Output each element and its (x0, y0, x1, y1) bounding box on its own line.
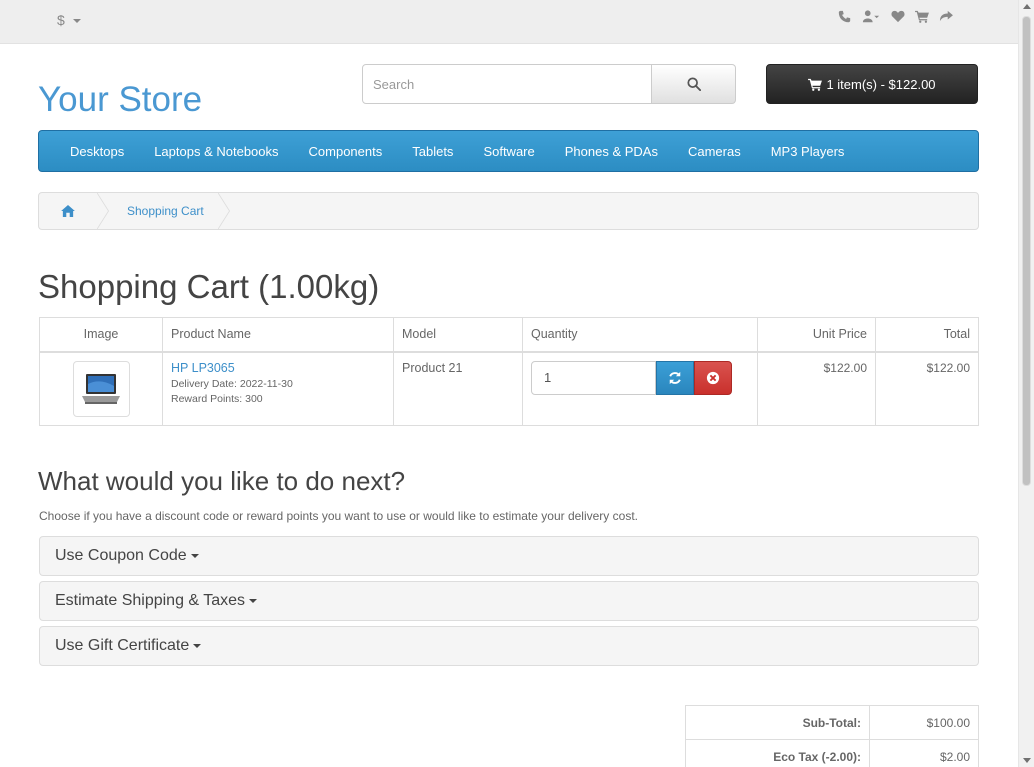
subtotal-label: Sub-Total: (685, 705, 870, 740)
col-total: Total (875, 317, 979, 352)
next-heading: What would you like to do next? (38, 466, 406, 496)
heart-icon[interactable] (891, 10, 905, 23)
breadcrumb-separator (216, 193, 230, 229)
subtotal-value: $100.00 (869, 705, 979, 740)
main-menu: Desktops Laptops & Notebooks Components … (38, 130, 979, 172)
col-model: Model (393, 317, 523, 352)
chevron-down-icon (72, 19, 81, 24)
menu-item-software[interactable]: Software (468, 144, 549, 159)
col-quantity: Quantity (522, 317, 758, 352)
next-description: Choose if you have a discount code or re… (39, 509, 638, 523)
cart-icon (808, 78, 823, 91)
update-quantity-button[interactable] (656, 360, 694, 395)
quantity-input[interactable] (531, 360, 656, 395)
cell-total: $122.00 (875, 351, 979, 426)
home-icon (61, 205, 75, 217)
cell-image (39, 351, 163, 426)
breadcrumb-shopping-cart[interactable]: Shopping Cart (109, 204, 218, 218)
gift-panel-title: Use Gift Certificate (55, 637, 190, 654)
gift-certificate-panel[interactable]: Use Gift Certificate (39, 626, 979, 666)
search-icon (686, 77, 701, 91)
coupon-panel-title: Use Coupon Code (55, 547, 187, 564)
menu-item-phones[interactable]: Phones & PDAs (550, 144, 673, 159)
cart-icon[interactable] (915, 10, 929, 23)
top-links (838, 10, 953, 23)
caret-down-icon (190, 554, 199, 558)
user-icon[interactable] (861, 10, 881, 23)
search-button[interactable] (652, 64, 736, 104)
col-product-name: Product Name (162, 317, 394, 352)
menu-item-mp3-players[interactable]: MP3 Players (756, 144, 860, 159)
cart-total-button[interactable]: 1 item(s) - $122.00 (766, 64, 978, 104)
table-row: Eco Tax (-2.00): $2.00 (685, 739, 979, 767)
search-input[interactable] (362, 64, 652, 104)
breadcrumb-separator (96, 193, 109, 229)
cart-table: Image Product Name Model Quantity Unit P… (39, 317, 979, 426)
reward-points: Reward Points: 300 (171, 392, 263, 405)
col-unit-price: Unit Price (757, 317, 876, 352)
eco-tax-label: Eco Tax (-2.00): (685, 739, 870, 767)
product-name-link[interactable]: HP LP3065 (171, 361, 385, 375)
cell-product-name: HP LP3065 Delivery Date: 2022-11-30 Rewa… (162, 351, 394, 426)
refresh-icon (669, 371, 681, 384)
top-bar: $ (0, 0, 1018, 44)
col-image: Image (39, 317, 163, 352)
menu-item-components[interactable]: Components (294, 144, 398, 159)
currency-symbol: $ (57, 12, 65, 28)
product-thumbnail[interactable] (72, 360, 130, 417)
totals-table: Sub-Total: $100.00 Eco Tax (-2.00): $2.0… (685, 705, 979, 767)
cell-model: Product 21 (393, 351, 523, 426)
table-row: HP LP3065 Delivery Date: 2022-11-30 Rewa… (39, 351, 979, 426)
scrollbar[interactable] (1018, 0, 1034, 767)
menu-item-desktops[interactable]: Desktops (55, 144, 139, 159)
remove-item-button[interactable] (694, 360, 732, 395)
breadcrumb: Shopping Cart (38, 192, 979, 230)
remove-circle-icon (706, 371, 720, 384)
scroll-down-icon[interactable] (1023, 758, 1031, 763)
share-icon[interactable] (939, 10, 953, 23)
page-title: Shopping Cart (1.00kg) (38, 268, 380, 305)
delivery-date: Delivery Date: 2022-11-30 (171, 377, 293, 390)
shipping-panel[interactable]: Estimate Shipping & Taxes (39, 581, 979, 621)
menu-item-tablets[interactable]: Tablets (397, 144, 468, 159)
menu-item-cameras[interactable]: Cameras (673, 144, 756, 159)
menu-item-laptops[interactable]: Laptops & Notebooks (139, 144, 293, 159)
breadcrumb-home[interactable] (39, 193, 97, 229)
currency-selector[interactable]: $ (57, 12, 81, 28)
coupon-panel[interactable]: Use Coupon Code (39, 536, 979, 576)
cell-quantity (522, 351, 758, 426)
scroll-up-icon[interactable] (1023, 4, 1031, 9)
eco-tax-value: $2.00 (869, 739, 979, 767)
caret-down-icon (193, 644, 202, 648)
cart-total-label: 1 item(s) - $122.00 (826, 76, 936, 92)
caret-down-icon (249, 599, 258, 603)
laptop-icon (82, 373, 120, 404)
search-group (362, 64, 736, 104)
table-row: Sub-Total: $100.00 (685, 705, 979, 740)
quantity-group (531, 360, 749, 395)
cell-unit-price: $122.00 (757, 351, 876, 426)
phone-icon[interactable] (838, 10, 851, 23)
scrollbar-thumb[interactable] (1022, 16, 1031, 486)
store-logo[interactable]: Your Store (38, 80, 202, 120)
shipping-panel-title: Estimate Shipping & Taxes (55, 592, 246, 609)
